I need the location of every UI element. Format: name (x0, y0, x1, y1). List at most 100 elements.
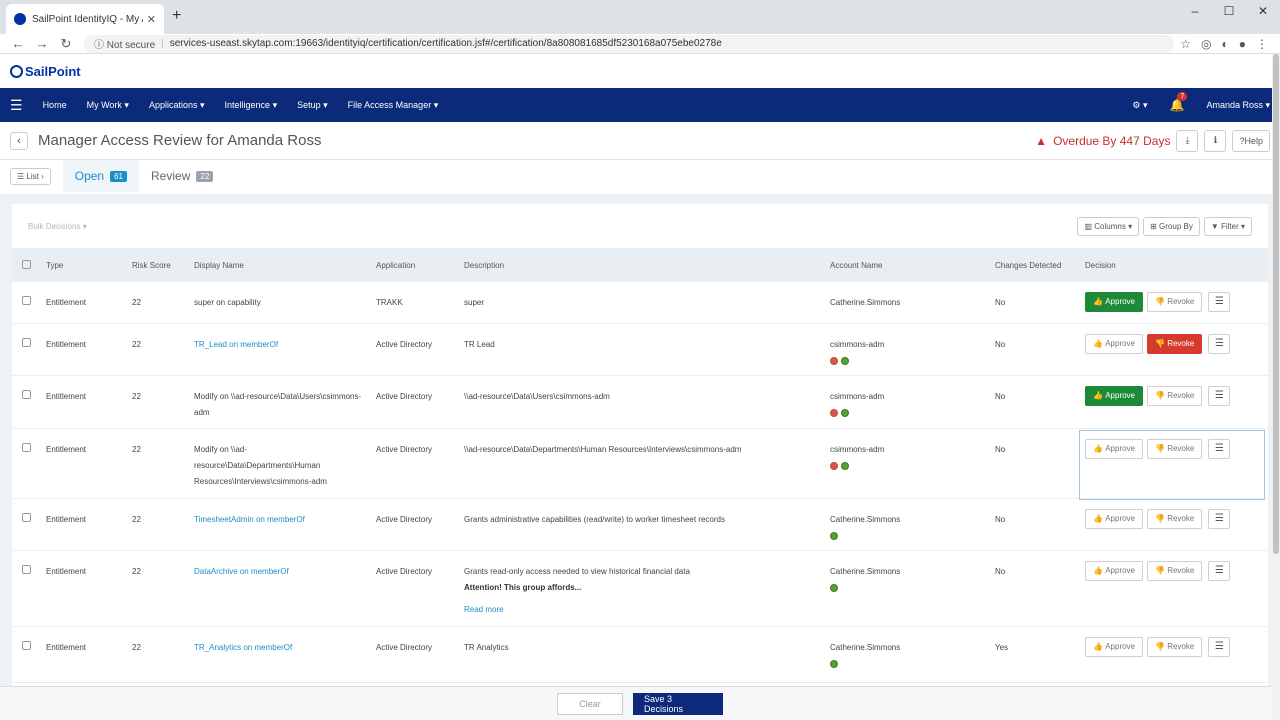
display-name[interactable]: TR_Lead on memberOf (194, 340, 278, 349)
tab-open[interactable]: Open 61 (62, 160, 140, 192)
user-menu[interactable]: Amanda Ross ▾ (1206, 100, 1270, 111)
revoke-button[interactable]: 👎 Revoke (1147, 508, 1203, 529)
row-menu-icon[interactable]: ☰ (1208, 385, 1231, 406)
display-name[interactable]: DataArchive on memberOf (194, 567, 289, 576)
header-application[interactable]: Application (370, 248, 458, 282)
account-name-cell: Catherine.Simmons (824, 498, 989, 550)
security-indicator[interactable]: ⓘ Not secure (94, 36, 155, 51)
columns-button[interactable]: ▥ Columns ▾ (1077, 216, 1140, 236)
row-menu-icon[interactable]: ☰ (1208, 560, 1231, 581)
settings-gear-icon[interactable]: ⚙ ▾ (1132, 100, 1147, 111)
header-display-name[interactable]: Display Name (188, 248, 370, 282)
approve-button[interactable]: 👍 Approve (1085, 560, 1143, 581)
bookmark-star-icon[interactable]: ☆ (1180, 37, 1191, 51)
approve-button[interactable]: 👍 Approve (1085, 636, 1143, 657)
display-name[interactable]: TR_Analytics on memberOf (194, 643, 292, 652)
security-text: Not secure (106, 40, 156, 51)
list-view-button[interactable]: ☰ List › (10, 167, 51, 185)
nav-file-access-manager[interactable]: File Access Manager ▾ (348, 100, 439, 111)
row-checkbox[interactable] (22, 640, 31, 650)
header-risk-score[interactable]: Risk Score (126, 248, 188, 282)
row-checkbox[interactable] (22, 389, 31, 399)
table-row[interactable]: Entitlement 22 DataArchive on memberOf Acti… (12, 550, 1268, 626)
read-more-link[interactable]: Read more (464, 602, 818, 618)
approve-button[interactable]: 👍 Approve (1085, 385, 1143, 406)
revoke-button[interactable]: 👎 Revoke (1147, 560, 1203, 581)
info-button[interactable]: ℹ (1204, 129, 1227, 152)
header-description[interactable]: Description (458, 248, 824, 282)
account-name-cell: Catherine.Simmons (824, 626, 989, 682)
table-row[interactable]: Entitlement 22 TR_Analytics on memberOf Act… (12, 626, 1268, 682)
clear-button[interactable]: Clear (557, 692, 623, 715)
sailpoint-favicon-icon (14, 13, 26, 25)
browser-tab-title: SailPoint IdentityIQ - My Access (32, 13, 143, 25)
row-menu-icon[interactable]: ☰ (1208, 333, 1231, 354)
type-cell: Entitlement (46, 339, 87, 349)
new-tab-icon[interactable]: + (172, 7, 181, 25)
nav-my-work[interactable]: My Work ▾ (87, 100, 129, 111)
approve-button[interactable]: 👍 Approve (1085, 292, 1143, 312)
header-type[interactable]: Type (40, 248, 126, 282)
approve-button[interactable]: 👍 Approve (1085, 508, 1143, 529)
revoke-button[interactable]: 👎 Revoke (1147, 292, 1203, 312)
page-scrollbar[interactable] (1272, 54, 1280, 720)
changes-detected-cell: No (995, 566, 1006, 576)
forward-icon[interactable]: → (30, 36, 54, 51)
filter-button[interactable]: ▼ Filter ▾ (1203, 216, 1252, 236)
browser-tab[interactable]: SailPoint IdentityIQ - My Access ✕ (6, 4, 164, 34)
window-close-icon[interactable]: ✕ (1246, 0, 1280, 22)
display-name[interactable]: TimesheetAdmin on memberOf (194, 515, 305, 524)
row-checkbox[interactable] (22, 337, 31, 347)
row-checkbox[interactable] (22, 564, 31, 574)
revoke-button[interactable]: 👎 Revoke (1147, 385, 1203, 406)
nav-setup[interactable]: Setup ▾ (297, 100, 328, 111)
row-menu-icon[interactable]: ☰ (1208, 636, 1231, 657)
display-name-cell: TR_Analytics on memberOf (188, 626, 370, 682)
row-menu-icon[interactable]: ☰ (1208, 292, 1231, 312)
group-by-label: Group By (1159, 221, 1193, 231)
browser-menu-icon[interactable]: ⋮ (1256, 37, 1268, 51)
revoke-button[interactable]: 👎 Revoke (1147, 333, 1203, 354)
approve-label: Approve (1105, 297, 1135, 306)
save-decisions-button[interactable]: Save 3 Decisions (633, 692, 723, 715)
minimize-icon[interactable]: – (1178, 0, 1212, 22)
download-button[interactable]: ⤓ (1176, 129, 1199, 152)
address-bar[interactable]: ⓘ Not secure | services-useast.skytap.co… (84, 34, 1175, 53)
tab-review[interactable]: Review 22 (139, 160, 225, 192)
thumbs-up-icon: 👍 (1093, 390, 1103, 400)
changes-detected-cell: No (995, 391, 1006, 401)
row-checkbox[interactable] (22, 442, 31, 452)
table-row[interactable]: Entitlement 22 TimesheetAdmin on memberOf A… (12, 498, 1268, 550)
notifications-bell-icon[interactable]: 🔔 7 (1169, 92, 1188, 112)
header-account-name[interactable]: Account Name (824, 248, 989, 282)
nav-applications[interactable]: Applications ▾ (149, 100, 205, 111)
nav-intelligence[interactable]: Intelligence ▾ (225, 100, 278, 111)
table-row[interactable]: Entitlement 22 super on capability TRAKK sup… (12, 282, 1268, 323)
maximize-icon[interactable]: ☐ (1212, 0, 1246, 22)
profile-icon[interactable]: ● (1239, 37, 1246, 51)
table-row[interactable]: Entitlement 22 Modify on \\ad-resource\Dat… (12, 375, 1268, 428)
extension-icon[interactable]: ◎ (1201, 37, 1211, 51)
back-button[interactable]: ‹ (10, 131, 28, 150)
header-changes-detected[interactable]: Changes Detected (989, 248, 1079, 282)
risk-score-cell: 22 (132, 391, 141, 401)
scrollbar-thumb[interactable] (1273, 54, 1279, 554)
group-by-button[interactable]: ⊞ Group By (1143, 216, 1200, 236)
row-checkbox[interactable] (22, 512, 31, 522)
nav-home[interactable]: Home (43, 100, 67, 110)
reload-icon[interactable]: ↻ (54, 36, 78, 52)
extension-icon-2[interactable]: ◐ (1222, 37, 1229, 51)
sailpoint-logo[interactable]: SailPoint (10, 64, 81, 79)
approve-button[interactable]: 👍 Approve (1085, 333, 1143, 354)
account-name: Catherine.Simmons (830, 566, 901, 576)
back-icon[interactable]: ← (6, 36, 30, 51)
select-all-checkbox[interactable] (22, 259, 31, 269)
bulk-decisions-dropdown[interactable]: Bulk Decisions ▾ (28, 222, 87, 231)
hamburger-menu-icon[interactable]: ☰ (10, 97, 23, 114)
help-button[interactable]: ? Help (1232, 129, 1270, 152)
revoke-button[interactable]: 👎 Revoke (1147, 636, 1203, 657)
row-checkbox[interactable] (22, 296, 31, 305)
table-row[interactable]: Entitlement 22 TR_Lead on memberOf Active D… (12, 323, 1268, 375)
close-tab-icon[interactable]: ✕ (147, 13, 156, 26)
row-menu-icon[interactable]: ☰ (1208, 508, 1231, 529)
